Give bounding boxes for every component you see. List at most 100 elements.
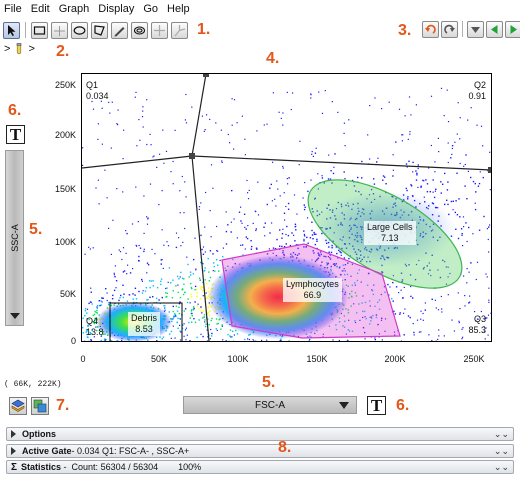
line-gate-button[interactable] (51, 21, 68, 39)
event-dot (220, 129, 222, 131)
event-dot (131, 223, 134, 225)
quadrant-handle[interactable] (203, 74, 209, 77)
lymphocytes-gate-label[interactable]: Lymphocytes 66.9 (283, 278, 342, 302)
event-dot (469, 301, 471, 303)
quadrant-handle[interactable] (488, 167, 491, 173)
event-dot (98, 300, 100, 302)
freehand-gate-button[interactable] (111, 21, 128, 39)
quadrant-gate-icon (154, 24, 165, 36)
statistics-panel-info: - Count: 56304 / 56304 100% (61, 462, 202, 472)
event-dot (227, 333, 229, 336)
quadrant-divider-horizontal-right[interactable] (191, 155, 491, 171)
quadrant-center-handle[interactable] (189, 153, 195, 159)
event-dot (451, 147, 453, 150)
event-dot (152, 296, 154, 298)
curly-quad-button[interactable] (171, 21, 188, 39)
freehand-gate-icon (114, 26, 125, 36)
event-dot (420, 318, 422, 320)
quadrant-divider-vertical-lower[interactable] (191, 155, 210, 341)
dot-plot-canvas[interactable]: Q1 0.034 Q2 0.91 Q3 85.3 Q4 13.8 Large C… (81, 73, 492, 342)
event-dot (293, 194, 296, 196)
polygon-gate-button[interactable] (91, 21, 108, 39)
spider-gate-button[interactable] (131, 21, 148, 39)
event-dot (272, 92, 274, 94)
rectangle-gate-button[interactable] (31, 21, 48, 39)
event-dot (193, 318, 195, 320)
event-dot (166, 241, 168, 243)
event-dot (179, 324, 181, 326)
event-dot (286, 178, 288, 180)
event-dot (198, 206, 201, 208)
event-dot (283, 212, 286, 214)
event-dot (231, 189, 233, 192)
event-dot (463, 275, 465, 277)
dropdown-button[interactable] (467, 21, 484, 38)
statistics-panel-header[interactable]: Σ Statistics - Count: 56304 / 56304 100%… (6, 460, 514, 474)
event-dot (209, 338, 211, 340)
event-dot (96, 306, 98, 308)
event-dot (403, 286, 405, 288)
layout-editor-button[interactable] (9, 397, 27, 415)
event-dot (168, 267, 171, 269)
pointer-tool-button[interactable] (3, 21, 20, 39)
event-dot (176, 321, 178, 323)
y-tick-label: 200K (54, 130, 76, 140)
double-chevron-down-icon[interactable]: ⌄⌄ (494, 429, 509, 440)
event-dot (135, 298, 138, 300)
event-dot (191, 296, 193, 298)
x-axis-text-button[interactable]: T (367, 396, 386, 415)
event-dot (315, 147, 317, 149)
event-dot (174, 315, 176, 317)
quadrant-divider-vertical-upper[interactable] (191, 74, 207, 157)
x-tick-label: 0 (80, 354, 86, 364)
active-gate-panel-header[interactable]: Active Gate - 0.034 Q1: FSC-A- , SSC-A+ … (6, 444, 514, 458)
event-dot (136, 145, 138, 147)
copy-to-layout-button[interactable] (31, 397, 49, 415)
double-chevron-down-icon[interactable]: ⌄⌄ (494, 446, 509, 457)
menu-file[interactable]: File (0, 0, 27, 18)
quadrant-divider-horizontal-left[interactable] (82, 155, 193, 169)
y-axis-label: SSC-A (9, 224, 20, 252)
event-dot (487, 314, 490, 316)
event-dot (123, 129, 125, 131)
event-dot (279, 339, 281, 341)
event-dot (299, 140, 301, 142)
event-dot (202, 290, 204, 292)
menu-display[interactable]: Display (94, 0, 139, 18)
event-dot (227, 133, 229, 136)
menu-go[interactable]: Go (139, 0, 163, 18)
double-chevron-down-icon[interactable]: ⌄⌄ (494, 462, 509, 473)
event-dot (201, 248, 203, 251)
event-dot (442, 183, 444, 185)
x-axis-parameter-selector[interactable]: FSC-A (183, 396, 357, 414)
large-cells-gate-label[interactable]: Large Cells 7.13 (364, 221, 416, 245)
event-dot (144, 290, 147, 292)
event-dot (221, 324, 223, 326)
event-dot (392, 175, 394, 177)
event-dot (138, 244, 140, 247)
sample-tube-icon[interactable] (14, 43, 24, 55)
event-dot (181, 288, 184, 290)
event-dot (166, 287, 168, 289)
menu-help[interactable]: Help (163, 0, 195, 18)
menu-edit[interactable]: Edit (27, 0, 55, 18)
event-dot (317, 173, 319, 175)
y-axis-parameter-selector[interactable]: SSC-A (5, 150, 24, 326)
event-dot (250, 248, 253, 250)
menu-graph[interactable]: Graph (55, 0, 95, 18)
options-panel-header[interactable]: Options ⌄⌄ (6, 427, 514, 441)
previous-button[interactable] (486, 21, 503, 38)
event-dot (394, 313, 397, 315)
ellipse-gate-button[interactable] (71, 21, 88, 39)
event-dot (432, 179, 434, 181)
next-button[interactable] (505, 21, 520, 38)
event-dot (160, 278, 163, 280)
event-dot (313, 231, 315, 234)
event-dot (463, 165, 465, 167)
undo-button[interactable] (422, 21, 439, 38)
quadrant-gate-button[interactable] (151, 21, 168, 39)
y-axis-text-button[interactable]: T (6, 125, 25, 144)
event-dot (348, 119, 350, 121)
redo-button[interactable] (441, 21, 458, 38)
debris-gate-label[interactable]: Debris 8.53 (128, 312, 161, 336)
